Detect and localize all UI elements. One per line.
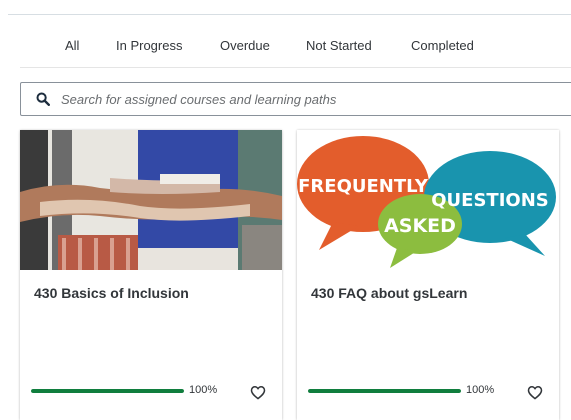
search-input[interactable] — [61, 83, 561, 115]
tab-overdue[interactable]: Overdue — [220, 38, 270, 53]
course-card[interactable]: 430 Basics of Inclusion 100% — [20, 130, 282, 420]
bubble-text-frequently: FREQUENTLY — [298, 176, 429, 197]
header-divider — [8, 14, 571, 15]
linked-arms-photo — [20, 130, 282, 270]
tab-in-progress[interactable]: In Progress — [116, 38, 182, 53]
tabs-divider — [20, 67, 571, 68]
progress-percent: 100% — [466, 384, 495, 396]
bubble-text-asked: ASKED — [384, 215, 456, 237]
search-box — [20, 82, 571, 116]
progress-bar — [31, 389, 184, 393]
search-icon[interactable] — [36, 92, 50, 106]
bubble-text-questions: QUESTIONS — [431, 190, 548, 211]
course-title: 430 Basics of Inclusion — [34, 285, 189, 301]
heart-outline-icon[interactable] — [527, 385, 543, 400]
course-title: 430 FAQ about gsLearn — [311, 285, 468, 301]
progress-percent: 100% — [189, 384, 218, 396]
tab-all[interactable]: All — [65, 38, 79, 53]
progress-bar-fill — [31, 389, 184, 393]
tab-not-started[interactable]: Not Started — [306, 38, 372, 53]
progress-bar — [308, 389, 461, 393]
course-thumbnail-image — [20, 130, 282, 270]
heart-outline-icon[interactable] — [250, 385, 266, 400]
progress-bar-fill — [308, 389, 461, 393]
course-card[interactable]: FREQUENTLY QUESTIONS ASKED 430 FAQ about… — [297, 130, 559, 420]
faq-speech-bubbles-graphic: FREQUENTLY QUESTIONS ASKED — [297, 130, 559, 270]
tab-completed[interactable]: Completed — [411, 38, 474, 53]
course-thumbnail-image: FREQUENTLY QUESTIONS ASKED — [297, 130, 559, 270]
